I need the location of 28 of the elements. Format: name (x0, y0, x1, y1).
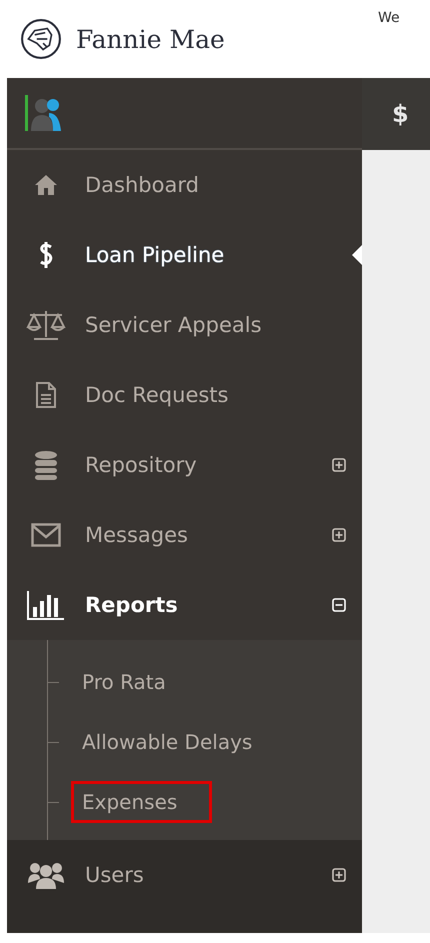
sidebar-item[interactable]: Doc Requests (7, 360, 362, 430)
home-icon (34, 174, 58, 196)
sidebar-item[interactable]: Repository (7, 430, 362, 500)
envelope-icon (31, 523, 61, 547)
selection-notch-icon (352, 245, 362, 265)
submenu-item[interactable]: Allowable Delays (71, 721, 288, 763)
content-title-fragment: $ (392, 100, 409, 128)
submenu-item[interactable]: Expenses (71, 781, 212, 823)
database-icon (34, 450, 58, 480)
sidebar-item[interactable]: Reports (7, 570, 362, 640)
users-icon (28, 861, 64, 889)
dollar-icon (38, 241, 54, 269)
bar-chart-icon (26, 589, 66, 621)
scales-icon (26, 309, 66, 341)
submenu-item[interactable]: Pro Rata (71, 661, 201, 703)
sidebar-item[interactable]: Dashboard (7, 150, 362, 220)
sidebar-item[interactable]: Messages (7, 500, 362, 570)
expand-icon[interactable] (332, 528, 346, 542)
sidebar-item[interactable]: Servicer Appeals (7, 290, 362, 360)
collapse-icon[interactable] (332, 598, 346, 612)
welcome-text: We (378, 10, 400, 26)
logo-text: Fannie Mae (76, 24, 225, 54)
sidebar-item[interactable]: Loan Pipeline (7, 220, 362, 290)
logo-icon (20, 18, 62, 60)
sidebar-item[interactable]: Users (7, 840, 362, 910)
expand-icon[interactable] (332, 458, 346, 472)
document-icon (35, 381, 57, 409)
expand-icon[interactable] (332, 868, 346, 882)
